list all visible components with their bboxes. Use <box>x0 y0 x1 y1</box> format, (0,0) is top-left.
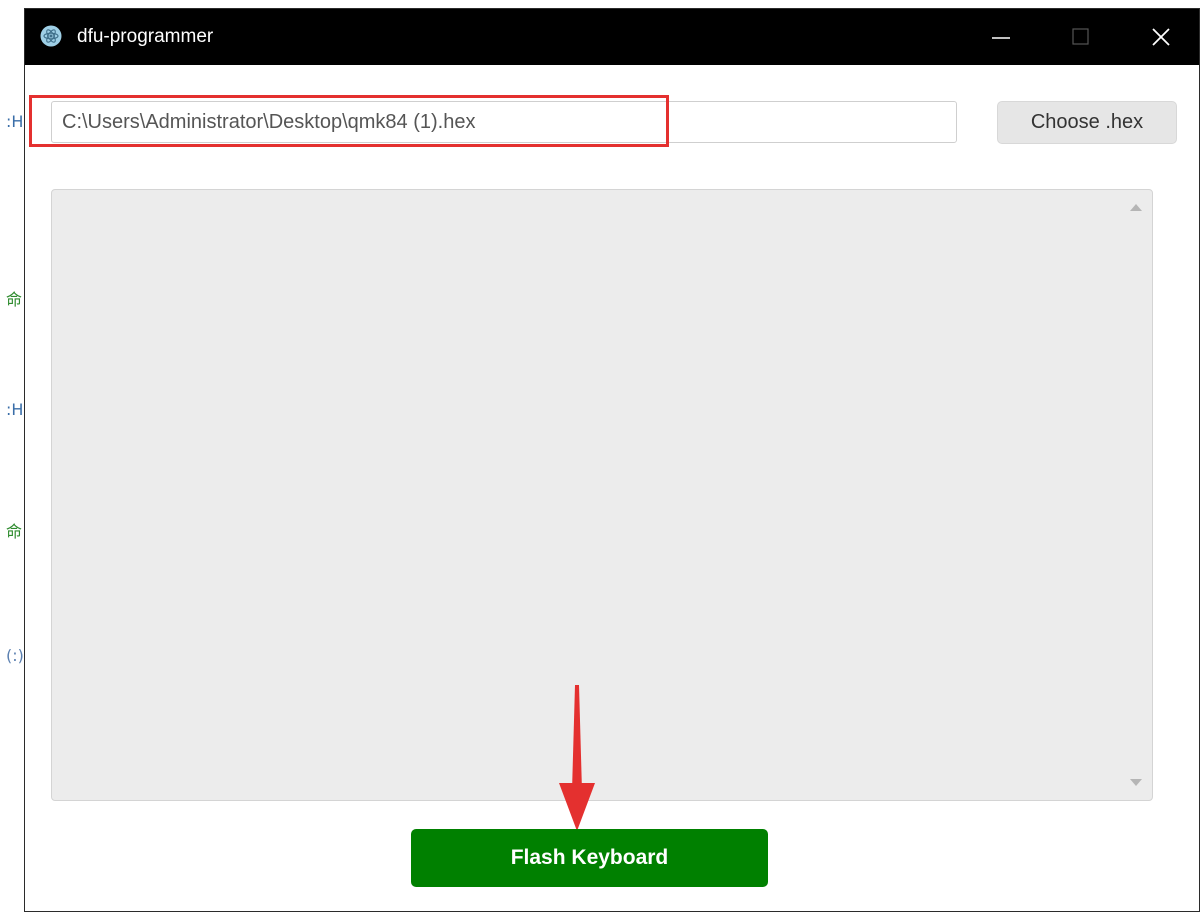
red-arrow-annotation-icon <box>559 685 595 831</box>
background-text: :H <box>6 400 24 419</box>
electron-app-icon <box>40 25 62 47</box>
background-text: (:) <box>6 646 24 665</box>
scroll-down-arrow-icon[interactable] <box>1130 779 1142 786</box>
flash-keyboard-button[interactable]: Flash Keyboard <box>411 829 768 887</box>
path-highlight-annotation <box>29 95 669 147</box>
app-window: dfu-programmer Choose .hex Flash Key <box>24 8 1200 912</box>
title-bar[interactable]: dfu-programmer <box>25 9 1199 65</box>
output-log-area[interactable] <box>51 189 1153 801</box>
background-text: 命 <box>6 522 23 541</box>
maximize-button[interactable] <box>1053 9 1109 65</box>
scroll-up-arrow-icon[interactable] <box>1130 204 1142 211</box>
minimize-icon <box>992 37 1010 39</box>
background-text: 命 <box>6 290 23 309</box>
background-text: :H <box>6 112 24 131</box>
minimize-button[interactable] <box>973 9 1029 65</box>
background-app-strip: :H 命 :H 命 (:) <box>0 0 24 918</box>
maximize-icon <box>1072 28 1089 45</box>
window-title: dfu-programmer <box>77 26 214 47</box>
close-button[interactable] <box>1133 9 1189 65</box>
close-icon <box>1152 28 1170 46</box>
choose-hex-button[interactable]: Choose .hex <box>997 101 1177 144</box>
